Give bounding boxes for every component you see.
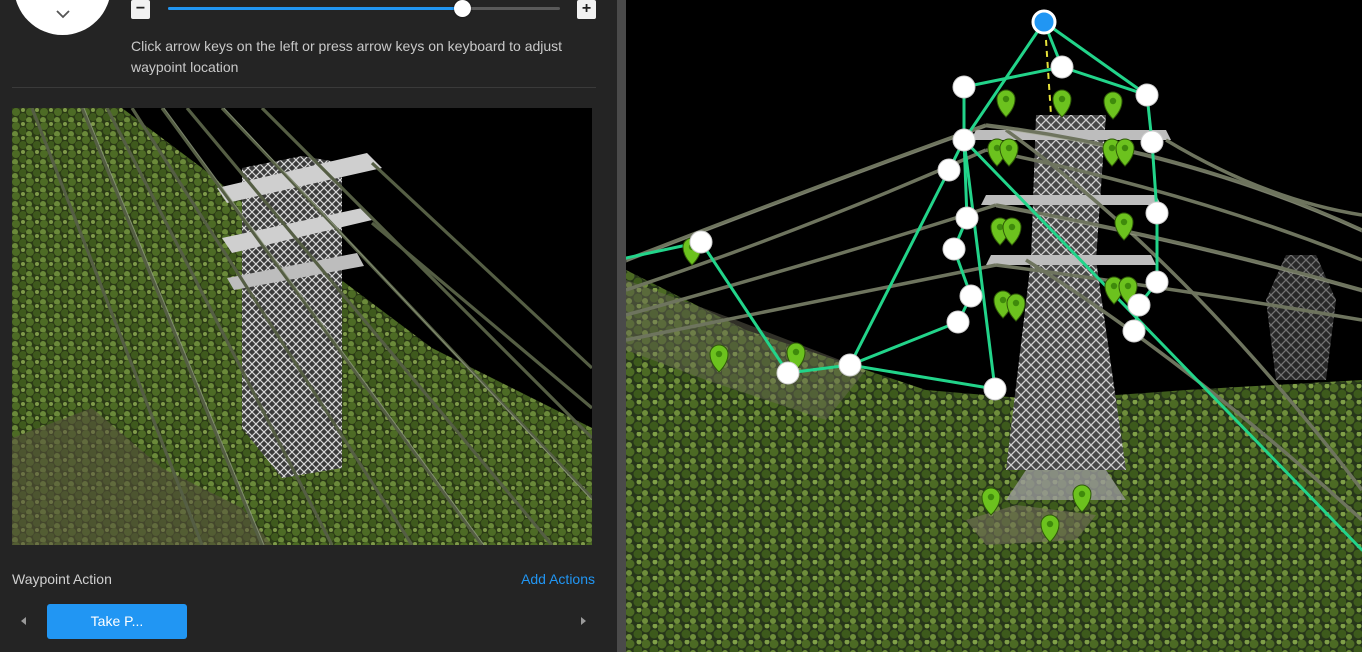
route-waypoint[interactable] bbox=[1145, 270, 1169, 294]
route-waypoint[interactable] bbox=[942, 237, 966, 261]
waypoint-edit-panel: − + Click arrow keys on the left or pres… bbox=[0, 0, 617, 652]
route-waypoint[interactable] bbox=[955, 206, 979, 230]
panel-divider[interactable] bbox=[617, 0, 626, 652]
point-cloud-scene[interactable] bbox=[626, 0, 1362, 652]
increase-button[interactable]: + bbox=[577, 0, 596, 19]
add-actions-link[interactable]: Add Actions bbox=[521, 571, 595, 587]
point-cloud-preview bbox=[12, 108, 592, 545]
waypoint-action-label: Waypoint Action bbox=[12, 571, 112, 587]
adjust-instruction: Click arrow keys on the left or press ar… bbox=[131, 38, 563, 75]
route-waypoint[interactable] bbox=[838, 353, 862, 377]
3d-point-cloud-view[interactable] bbox=[626, 0, 1362, 652]
route-waypoint[interactable] bbox=[937, 158, 961, 182]
route-waypoint[interactable] bbox=[1145, 201, 1169, 225]
direction-pad[interactable] bbox=[14, 0, 111, 35]
route-waypoint[interactable] bbox=[952, 75, 976, 99]
route-waypoint[interactable] bbox=[1135, 83, 1159, 107]
caret-left-icon[interactable] bbox=[21, 617, 26, 625]
slider-fill bbox=[168, 7, 462, 10]
route-waypoint[interactable] bbox=[1140, 130, 1164, 154]
caret-right-icon[interactable] bbox=[581, 617, 586, 625]
route-waypoint[interactable] bbox=[1122, 319, 1146, 343]
action-chip-take-photo[interactable]: Take P... bbox=[47, 604, 187, 639]
divider bbox=[12, 87, 596, 88]
adjust-slider[interactable] bbox=[168, 0, 560, 17]
route-waypoint[interactable] bbox=[776, 361, 800, 385]
route-waypoint[interactable] bbox=[946, 310, 970, 334]
route-waypoint[interactable] bbox=[952, 128, 976, 152]
decrease-button[interactable]: − bbox=[131, 0, 150, 19]
route-waypoint[interactable] bbox=[1050, 55, 1074, 79]
selected-waypoint[interactable] bbox=[1031, 9, 1057, 35]
route-waypoint[interactable] bbox=[1127, 293, 1151, 317]
route-waypoint[interactable] bbox=[689, 230, 713, 254]
route-waypoint[interactable] bbox=[959, 284, 983, 308]
slider-handle[interactable] bbox=[454, 0, 471, 17]
waypoint-camera-preview bbox=[12, 108, 592, 545]
route-waypoint[interactable] bbox=[983, 377, 1007, 401]
chevron-down-icon[interactable] bbox=[55, 6, 71, 22]
